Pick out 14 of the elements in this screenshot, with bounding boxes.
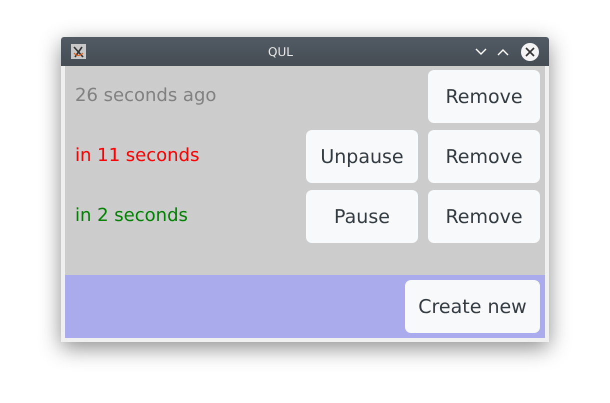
- app-icon: [71, 44, 86, 59]
- close-icon[interactable]: [521, 42, 539, 60]
- timer-button[interactable]: Remove: [428, 130, 540, 183]
- timer-button[interactable]: Remove: [428, 190, 540, 243]
- timer-button[interactable]: Remove: [428, 70, 540, 123]
- timer-text: in 11 seconds: [75, 145, 200, 166]
- timer-text: in 2 seconds: [75, 205, 188, 226]
- maximize-icon[interactable]: [497, 48, 509, 56]
- create-button[interactable]: Create new: [405, 280, 540, 333]
- timer-button[interactable]: Unpause: [306, 130, 418, 183]
- minimize-icon[interactable]: [475, 48, 487, 56]
- timer-button[interactable]: Pause: [306, 190, 418, 243]
- window-title: QUL: [267, 44, 294, 58]
- timer-text: 26 seconds ago: [75, 85, 216, 106]
